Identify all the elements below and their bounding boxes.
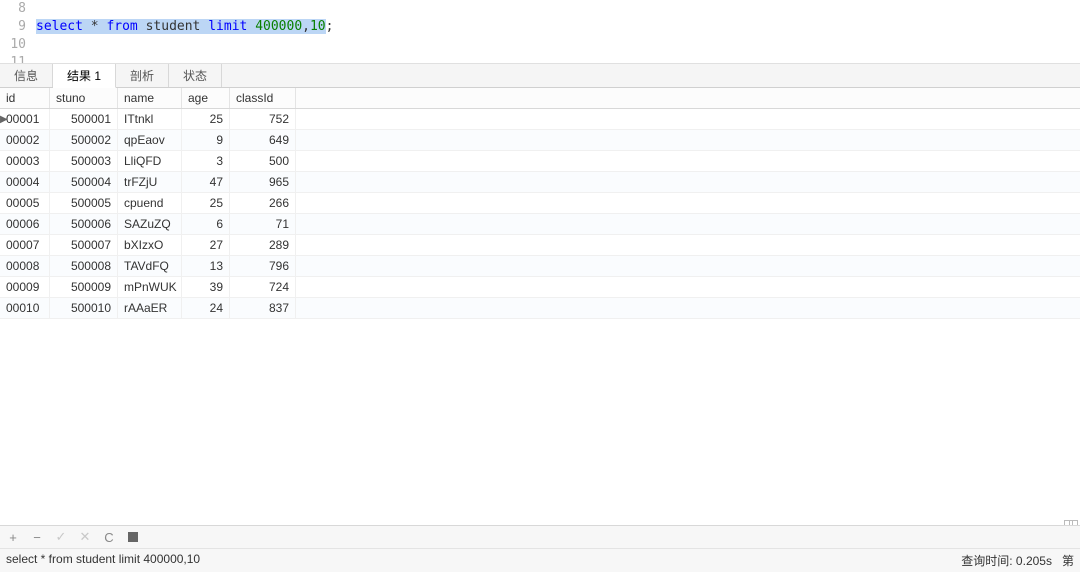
cell-age[interactable]: 3 xyxy=(182,151,230,171)
cell-classid[interactable]: 71 xyxy=(230,214,296,234)
cell-stuno[interactable]: 500008 xyxy=(50,256,118,276)
cell-classid[interactable]: 649 xyxy=(230,130,296,150)
cell-stuno[interactable]: 500010 xyxy=(50,298,118,318)
cell-name[interactable]: mPnWUK xyxy=(118,277,182,297)
cell-classid[interactable]: 796 xyxy=(230,256,296,276)
cell-age[interactable]: 25 xyxy=(182,193,230,213)
grid-body: ▶00001500001ITtnkl2575200002500002qpEaov… xyxy=(0,109,1080,319)
table-row[interactable]: 00002500002qpEaov9649 xyxy=(0,130,1080,151)
cell-id[interactable]: 00004 xyxy=(0,172,50,192)
stop-icon xyxy=(128,532,138,542)
cell-classid[interactable]: 965 xyxy=(230,172,296,192)
code-line[interactable] xyxy=(36,54,1080,63)
cell-age[interactable]: 13 xyxy=(182,256,230,276)
cell-stuno[interactable]: 500005 xyxy=(50,193,118,213)
cell-name[interactable]: qpEaov xyxy=(118,130,182,150)
stop-button[interactable] xyxy=(126,530,140,545)
cell-name[interactable]: TAVdFQ xyxy=(118,256,182,276)
apply-button[interactable]: ✓ xyxy=(54,529,68,545)
cell-age[interactable]: 9 xyxy=(182,130,230,150)
cell-id[interactable]: 00007 xyxy=(0,235,50,255)
cell-id[interactable]: 00006 xyxy=(0,214,50,234)
cell-age[interactable]: 39 xyxy=(182,277,230,297)
table-row[interactable]: 00006500006SAZuZQ671 xyxy=(0,214,1080,235)
table-row[interactable]: 00003500003LliQFD3500 xyxy=(0,151,1080,172)
cell-age[interactable]: 24 xyxy=(182,298,230,318)
code-line[interactable] xyxy=(36,36,1080,54)
cell-id[interactable]: 00003 xyxy=(0,151,50,171)
col-id[interactable]: id xyxy=(0,88,50,108)
table-row[interactable]: 00007500007bXIzxO27289 xyxy=(0,235,1080,256)
line-number: 10 xyxy=(0,36,36,54)
cell-stuno[interactable]: 500009 xyxy=(50,277,118,297)
cell-classid[interactable]: 289 xyxy=(230,235,296,255)
col-name[interactable]: name xyxy=(118,88,182,108)
tab-status[interactable]: 状态 xyxy=(169,64,222,87)
table-row[interactable]: ▶00001500001ITtnkl25752 xyxy=(0,109,1080,130)
cell-name[interactable]: rAAaER xyxy=(118,298,182,318)
code-line[interactable]: select * from student limit 400000,10; xyxy=(36,18,1080,36)
line-number: 11 xyxy=(0,54,36,63)
cell-classid[interactable]: 752 xyxy=(230,109,296,129)
cell-id[interactable]: 00010 xyxy=(0,298,50,318)
cell-stuno[interactable]: 500004 xyxy=(50,172,118,192)
cell-age[interactable]: 25 xyxy=(182,109,230,129)
code-line[interactable] xyxy=(36,0,1080,18)
line-number: 9 xyxy=(0,18,36,36)
table-row[interactable]: 00010500010rAAaER24837 xyxy=(0,298,1080,319)
table-row[interactable]: 00008500008TAVdFQ13796 xyxy=(0,256,1080,277)
cell-name[interactable]: LliQFD xyxy=(118,151,182,171)
cell-name[interactable]: trFZjU xyxy=(118,172,182,192)
refresh-button[interactable]: C xyxy=(102,530,116,545)
tab-info[interactable]: 信息 xyxy=(0,64,53,87)
cell-name[interactable]: bXIzxO xyxy=(118,235,182,255)
add-row-button[interactable]: + xyxy=(6,530,20,545)
table-row[interactable]: 00009500009mPnWUK39724 xyxy=(0,277,1080,298)
cell-classid[interactable]: 837 xyxy=(230,298,296,318)
cell-classid[interactable]: 724 xyxy=(230,277,296,297)
cell-age[interactable]: 27 xyxy=(182,235,230,255)
cell-id[interactable]: 00009 xyxy=(0,277,50,297)
line-number: 8 xyxy=(0,0,36,18)
status-page: 第 xyxy=(1062,554,1074,568)
record-toolbar: + − ✓ ✕ C xyxy=(0,526,1080,549)
tab-result1[interactable]: 结果 1 xyxy=(53,64,116,88)
table-row[interactable]: 00004500004trFZjU47965 xyxy=(0,172,1080,193)
cell-classid[interactable]: 266 xyxy=(230,193,296,213)
result-grid[interactable]: id stuno name age classId ▶00001500001IT… xyxy=(0,88,1080,319)
cell-stuno[interactable]: 500001 xyxy=(50,109,118,129)
grid-header-row: id stuno name age classId xyxy=(0,88,1080,109)
cell-stuno[interactable]: 500003 xyxy=(50,151,118,171)
cell-name[interactable]: SAZuZQ xyxy=(118,214,182,234)
cell-stuno[interactable]: 500006 xyxy=(50,214,118,234)
table-row[interactable]: 00005500005cpuend25266 xyxy=(0,193,1080,214)
status-bar: select * from student limit 400000,10 查询… xyxy=(0,549,1080,572)
cell-id[interactable]: 00002 xyxy=(0,130,50,150)
cell-age[interactable]: 47 xyxy=(182,172,230,192)
col-classid[interactable]: classId xyxy=(230,88,296,108)
cell-name[interactable]: ITtnkl xyxy=(118,109,182,129)
col-stuno[interactable]: stuno xyxy=(50,88,118,108)
status-query-text: select * from student limit 400000,10 xyxy=(6,552,200,569)
cancel-button[interactable]: ✕ xyxy=(78,529,92,545)
sql-editor[interactable]: 8 9 select * from student limit 400000,1… xyxy=(0,0,1080,64)
col-age[interactable]: age xyxy=(182,88,230,108)
cell-stuno[interactable]: 500007 xyxy=(50,235,118,255)
cell-stuno[interactable]: 500002 xyxy=(50,130,118,150)
tab-profile[interactable]: 剖析 xyxy=(116,64,169,87)
delete-row-button[interactable]: − xyxy=(30,530,44,545)
current-row-indicator-icon: ▶ xyxy=(0,109,8,130)
cell-classid[interactable]: 500 xyxy=(230,151,296,171)
cell-id[interactable]: 00005 xyxy=(0,193,50,213)
status-query-time: 查询时间: 0.205s xyxy=(961,554,1052,568)
result-tabs: 信息 结果 1 剖析 状态 xyxy=(0,64,1080,88)
cell-name[interactable]: cpuend xyxy=(118,193,182,213)
footer: + − ✓ ✕ C select * from student limit 40… xyxy=(0,525,1080,572)
cell-id[interactable]: 00008 xyxy=(0,256,50,276)
cell-age[interactable]: 6 xyxy=(182,214,230,234)
